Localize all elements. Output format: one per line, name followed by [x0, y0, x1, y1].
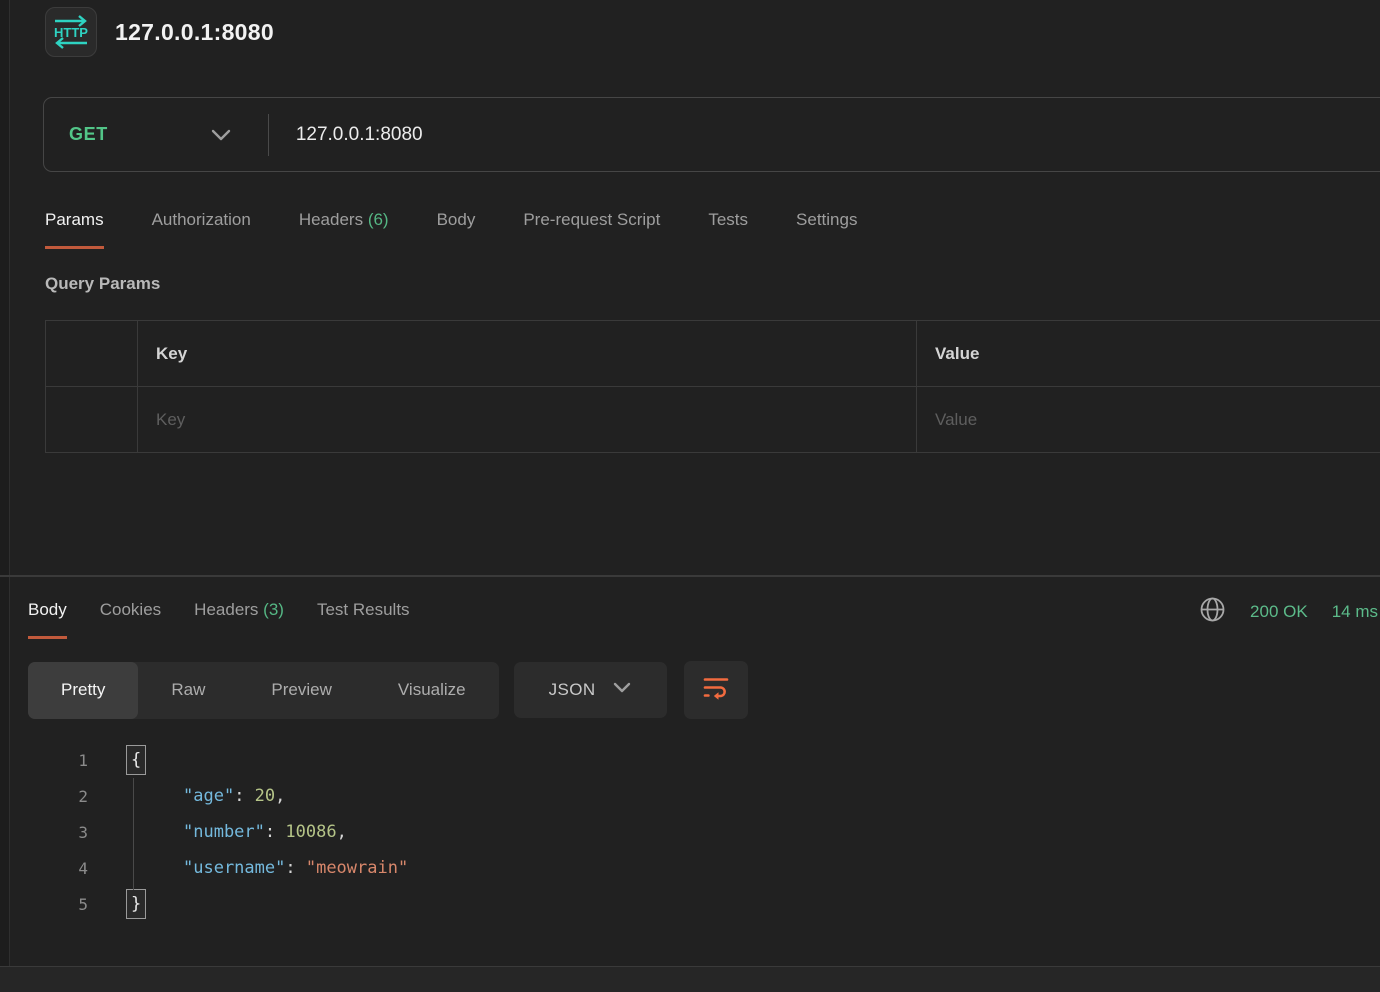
headers-count-badge: (6) [368, 210, 389, 229]
app-window: HTTP 127.0.0.1:8080 GET Params Authoriza… [0, 0, 1380, 992]
response-tab-test-results[interactable]: Test Results [317, 592, 410, 639]
method-selector[interactable]: GET [44, 124, 232, 145]
value-input-cell [916, 386, 1380, 452]
response-view-controls: Pretty Raw Preview Visualize JSON [28, 661, 748, 719]
request-tabs: Params Authorization Headers (6) Body Pr… [45, 202, 857, 249]
code-line: 3 "number": 10086, [0, 814, 1380, 850]
tab-settings[interactable]: Settings [796, 202, 857, 249]
indent-guide [133, 778, 134, 890]
code-line: 5 } [0, 886, 1380, 922]
view-pretty[interactable]: Pretty [28, 662, 138, 719]
response-tab-body[interactable]: Body [28, 592, 67, 639]
format-dropdown[interactable]: JSON [514, 662, 667, 718]
status-badge: 200 OK [1250, 602, 1308, 622]
line-number: 4 [0, 859, 88, 878]
url-input[interactable] [296, 124, 996, 146]
page-title: 127.0.0.1:8080 [115, 19, 274, 46]
tab-headers[interactable]: Headers (6) [299, 202, 389, 249]
request-url-bar: GET [43, 97, 1380, 172]
query-params-title: Query Params [45, 274, 160, 294]
text-wrap-icon [702, 675, 730, 706]
tab-tests[interactable]: Tests [708, 202, 748, 249]
line-number: 1 [0, 751, 88, 770]
line-number: 5 [0, 895, 88, 914]
view-raw[interactable]: Raw [138, 662, 238, 719]
chevron-down-icon [210, 128, 232, 142]
network-globe-icon[interactable] [1199, 596, 1226, 628]
code-line: 1 { [0, 742, 1380, 778]
row-handle-cell [46, 386, 137, 452]
line-number: 3 [0, 823, 88, 842]
response-meta: 200 OK 14 ms [1199, 596, 1378, 628]
request-bar-divider [268, 114, 269, 156]
format-label: JSON [549, 680, 596, 700]
response-time: 14 ms [1332, 602, 1378, 622]
response-tab-headers[interactable]: Headers (3) [194, 592, 284, 639]
response-tabs: Body Cookies Headers (3) Test Results [28, 592, 410, 639]
method-label: GET [69, 124, 108, 145]
request-header: HTTP 127.0.0.1:8080 [45, 7, 274, 57]
pane-divider[interactable] [0, 575, 1380, 577]
bottom-status-bar [0, 966, 1380, 992]
response-tab-cookies[interactable]: Cookies [100, 592, 161, 639]
response-body-viewer: 1 { 2 "age": 20, 3 "number": 10086, 4 "u… [0, 742, 1380, 922]
value-input[interactable] [935, 410, 1368, 430]
view-visualize[interactable]: Visualize [365, 662, 499, 719]
wrap-lines-button[interactable] [684, 661, 748, 719]
http-request-icon: HTTP [45, 7, 97, 57]
key-column-header: Key [137, 321, 916, 386]
tab-params[interactable]: Params [45, 202, 104, 249]
key-input-cell [137, 386, 916, 452]
code-line: 4 "username": "meowrain" [0, 850, 1380, 886]
tab-authorization[interactable]: Authorization [152, 202, 251, 249]
line-number: 2 [0, 787, 88, 806]
tab-body[interactable]: Body [437, 202, 476, 249]
response-headers-count-badge: (3) [263, 600, 284, 619]
close-brace[interactable]: } [126, 889, 146, 919]
tab-pre-request-script[interactable]: Pre-request Script [523, 202, 660, 249]
view-preview[interactable]: Preview [238, 662, 364, 719]
svg-text:HTTP: HTTP [54, 25, 88, 40]
chevron-down-icon [612, 681, 632, 699]
code-line: 2 "age": 20, [0, 778, 1380, 814]
key-input[interactable] [156, 410, 878, 430]
value-column-header: Value [916, 321, 1380, 386]
view-mode-segmented-control: Pretty Raw Preview Visualize [28, 662, 499, 719]
row-handle-cell [46, 321, 137, 386]
query-params-table: Key Value [45, 320, 1380, 453]
open-brace[interactable]: { [126, 745, 146, 775]
